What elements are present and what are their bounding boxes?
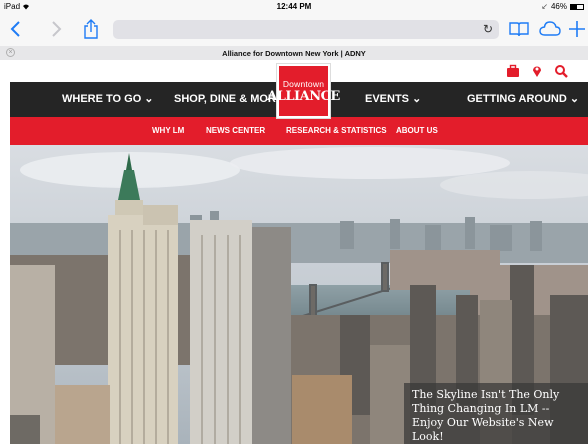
logo-line-1: Downtown — [282, 78, 325, 89]
share-icon — [84, 19, 98, 39]
address-bar[interactable]: ↻ — [113, 20, 499, 39]
subnav-why-lm[interactable]: WHY LM — [152, 117, 184, 145]
subnav-news-center[interactable]: NEWS CENTER — [206, 117, 265, 145]
subnav-research-statistics[interactable]: RESEARCH & STATISTICS — [286, 117, 387, 145]
battery-icon — [570, 3, 584, 10]
downtown-alliance-logo[interactable]: Downtown ALLIANCE — [267, 63, 340, 119]
cloud-tabs-icon — [539, 21, 561, 36]
hero-caption[interactable]: The Skyline Isn't The Only Thing Changin… — [404, 383, 588, 444]
subnav-about-us[interactable]: ABOUT US — [396, 117, 438, 145]
nav-where-to-go[interactable]: WHERE TO GO ⌄ — [62, 82, 154, 117]
suitcase-icon[interactable] — [506, 64, 520, 78]
search-icon[interactable] — [554, 64, 568, 78]
forward-icon — [52, 21, 62, 37]
hero-caption-text: The Skyline Isn't The Only Thing Changin… — [412, 388, 560, 443]
status-right: ↙ 46% — [541, 2, 584, 11]
bookmarks-button[interactable] — [508, 16, 530, 42]
sub-nav: WHY LM NEWS CENTER RESEARCH & STATISTICS… — [10, 117, 588, 145]
back-icon — [10, 21, 20, 37]
new-tab-icon — [569, 21, 585, 37]
logo-line-2: ALLIANCE — [267, 88, 340, 104]
hero-image[interactable]: The Skyline Isn't The Only Thing Changin… — [10, 145, 588, 444]
bookmarks-icon — [509, 22, 529, 37]
map-pin-icon[interactable] — [530, 64, 544, 78]
nav-events[interactable]: EVENTS ⌄ — [365, 82, 421, 117]
tab-title-row: × Alliance for Downtown New York | ADNY — [0, 46, 588, 60]
back-button[interactable] — [4, 16, 26, 42]
cloud-tabs-button[interactable] — [538, 16, 562, 42]
forward-button[interactable] — [46, 16, 68, 42]
status-bar: iPad 12:44 PM ↙ 46% — [0, 0, 588, 13]
share-button[interactable] — [80, 16, 102, 42]
status-time: 12:44 PM — [276, 2, 312, 11]
new-tab-button[interactable] — [566, 16, 588, 42]
nav-getting-around[interactable]: GETTING AROUND ⌄ — [467, 82, 579, 117]
reload-icon[interactable]: ↻ — [483, 22, 493, 37]
battery-percent: 46% — [550, 2, 567, 11]
tab-title[interactable]: Alliance for Downtown New York | ADNY — [0, 49, 588, 58]
browser-toolbar: ↻ — [0, 13, 588, 46]
logo-mark: Downtown ALLIANCE — [267, 66, 340, 116]
